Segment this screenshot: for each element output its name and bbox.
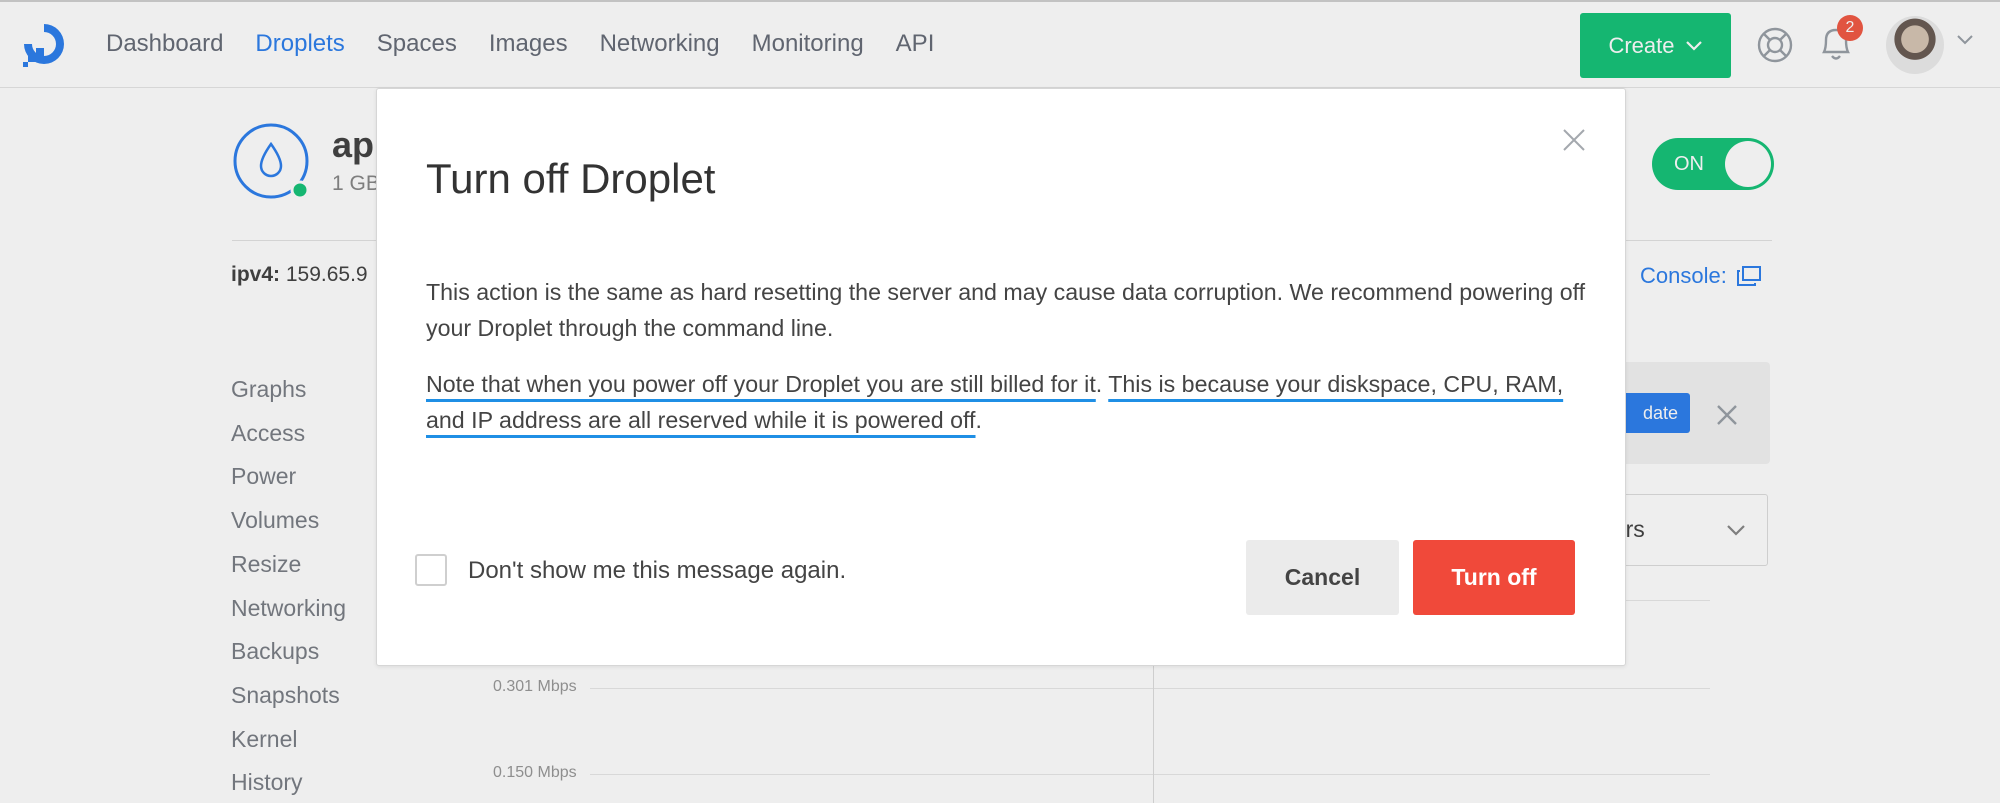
turn-off-button[interactable]: Turn off	[1413, 540, 1575, 615]
dont-show-again-label[interactable]: Don't show me this message again.	[468, 557, 846, 585]
dialog-warning-text: This action is the same as hard resettin…	[426, 279, 1586, 341]
dialog-billing-note: Note that when you power off your Drople…	[426, 366, 1586, 438]
billing-note-separator: .	[1095, 371, 1109, 397]
cancel-button[interactable]: Cancel	[1246, 540, 1399, 615]
close-icon[interactable]	[1562, 128, 1586, 152]
dialog-title: Turn off Droplet	[426, 155, 716, 202]
dont-show-again-checkbox[interactable]	[415, 554, 447, 586]
dialog-body: This action is the same as hard resettin…	[426, 274, 1586, 438]
billing-note-highlight: Note that when you power off your Drople…	[426, 371, 1096, 397]
billing-note-period: .	[975, 407, 982, 433]
